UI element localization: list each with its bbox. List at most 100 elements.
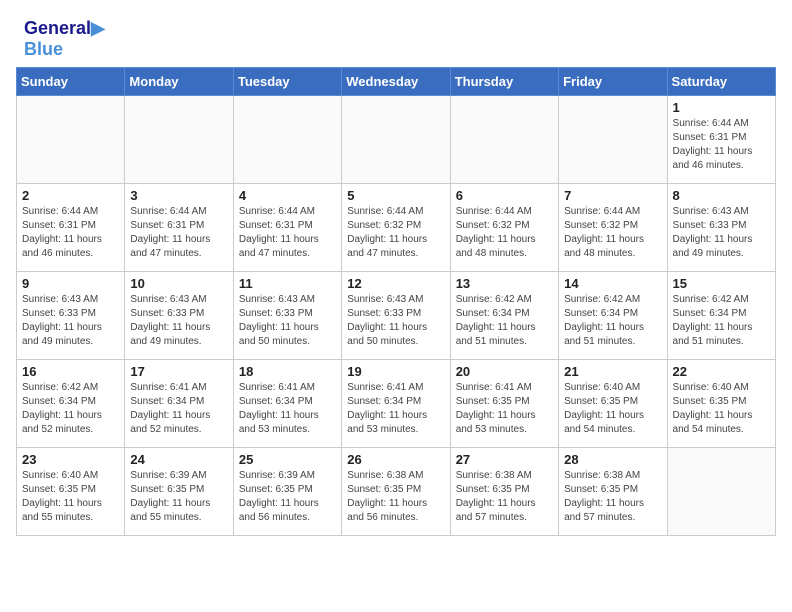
calendar-cell: 22 Sunrise: 6:40 AM Sunset: 6:35 PM Dayli… [667, 360, 775, 448]
day-number: 21 [564, 364, 661, 379]
calendar-cell: 11 Sunrise: 6:43 AM Sunset: 6:33 PM Dayli… [233, 272, 341, 360]
day-number: 4 [239, 188, 336, 203]
calendar-cell [342, 96, 450, 184]
day-info: Sunrise: 6:41 AM Sunset: 6:34 PM Dayligh… [130, 381, 227, 437]
day-number: 10 [130, 276, 227, 291]
calendar-cell: 10Sunrise: 6:43 AM Sunset: 6:33 PM Dayli… [125, 272, 233, 360]
calendar-cell [233, 96, 341, 184]
calendar-cell: 25 Sunrise: 6:39 AM Sunset: 6:35 PM Dayli… [233, 448, 341, 536]
day-info: Sunrise: 6:41 AM Sunset: 6:34 PM Dayligh… [239, 381, 336, 437]
day-info: Sunrise: 6:44 AM Sunset: 6:31 PM Dayligh… [22, 205, 119, 261]
day-info: Sunrise: 6:39 AM Sunset: 6:35 PM Dayligh… [239, 469, 336, 525]
day-info: Sunrise: 6:43 AM Sunset: 6:33 PM Dayligh… [22, 293, 119, 349]
calendar-cell [450, 96, 558, 184]
column-header-saturday: Saturday [667, 68, 775, 96]
calendar-cell: 12 Sunrise: 6:43 AM Sunset: 6:33 PM Dayli… [342, 272, 450, 360]
calendar-cell [125, 96, 233, 184]
day-number: 24 [130, 452, 227, 467]
day-info: Sunrise: 6:42 AM Sunset: 6:34 PM Dayligh… [564, 293, 661, 349]
calendar-cell: 23 Sunrise: 6:40 AM Sunset: 6:35 PM Dayli… [17, 448, 125, 536]
calendar-cell: 18 Sunrise: 6:41 AM Sunset: 6:34 PM Dayli… [233, 360, 341, 448]
day-number: 8 [673, 188, 770, 203]
day-info: Sunrise: 6:42 AM Sunset: 6:34 PM Dayligh… [673, 293, 770, 349]
day-info: Sunrise: 6:43 AM Sunset: 6:33 PM Dayligh… [347, 293, 444, 349]
day-number: 14 [564, 276, 661, 291]
day-info: Sunrise: 6:42 AM Sunset: 6:34 PM Dayligh… [456, 293, 553, 349]
logo-text: General▶ [24, 18, 105, 39]
calendar-cell: 16 Sunrise: 6:42 AM Sunset: 6:34 PM Dayli… [17, 360, 125, 448]
calendar-cell: 13Sunrise: 6:42 AM Sunset: 6:34 PM Dayli… [450, 272, 558, 360]
day-number: 18 [239, 364, 336, 379]
calendar-cell: 14 Sunrise: 6:42 AM Sunset: 6:34 PM Dayli… [559, 272, 667, 360]
calendar-cell [667, 448, 775, 536]
calendar-cell [559, 96, 667, 184]
day-number: 20 [456, 364, 553, 379]
calendar-cell: 5 Sunrise: 6:44 AM Sunset: 6:32 PM Daylig… [342, 184, 450, 272]
day-number: 12 [347, 276, 444, 291]
calendar-table: SundayMondayTuesdayWednesdayThursdayFrid… [16, 67, 776, 536]
day-info: Sunrise: 6:44 AM Sunset: 6:31 PM Dayligh… [239, 205, 336, 261]
day-number: 23 [22, 452, 119, 467]
calendar-cell: 27 Sunrise: 6:38 AM Sunset: 6:35 PM Dayli… [450, 448, 558, 536]
calendar-cell: 20 Sunrise: 6:41 AM Sunset: 6:35 PM Dayli… [450, 360, 558, 448]
day-info: Sunrise: 6:38 AM Sunset: 6:35 PM Dayligh… [347, 469, 444, 525]
day-number: 16 [22, 364, 119, 379]
day-info: Sunrise: 6:40 AM Sunset: 6:35 PM Dayligh… [564, 381, 661, 437]
day-info: Sunrise: 6:39 AM Sunset: 6:35 PM Dayligh… [130, 469, 227, 525]
day-info: Sunrise: 6:41 AM Sunset: 6:35 PM Dayligh… [456, 381, 553, 437]
day-number: 1 [673, 100, 770, 115]
day-info: Sunrise: 6:38 AM Sunset: 6:35 PM Dayligh… [456, 469, 553, 525]
day-info: Sunrise: 6:44 AM Sunset: 6:32 PM Dayligh… [347, 205, 444, 261]
calendar-cell: 19 Sunrise: 6:41 AM Sunset: 6:34 PM Dayli… [342, 360, 450, 448]
day-info: Sunrise: 6:40 AM Sunset: 6:35 PM Dayligh… [673, 381, 770, 437]
day-number: 15 [673, 276, 770, 291]
calendar-cell: 15 Sunrise: 6:42 AM Sunset: 6:34 PM Dayli… [667, 272, 775, 360]
day-number: 22 [673, 364, 770, 379]
logo: General▶ Blue [24, 18, 105, 59]
calendar-cell: 9 Sunrise: 6:43 AM Sunset: 6:33 PM Daylig… [17, 272, 125, 360]
day-number: 17 [130, 364, 227, 379]
calendar-cell: 3 Sunrise: 6:44 AM Sunset: 6:31 PM Daylig… [125, 184, 233, 272]
calendar-cell: 6 Sunrise: 6:44 AM Sunset: 6:32 PM Daylig… [450, 184, 558, 272]
day-number: 7 [564, 188, 661, 203]
column-header-tuesday: Tuesday [233, 68, 341, 96]
day-info: Sunrise: 6:44 AM Sunset: 6:32 PM Dayligh… [456, 205, 553, 261]
column-header-thursday: Thursday [450, 68, 558, 96]
calendar-cell: 17 Sunrise: 6:41 AM Sunset: 6:34 PM Dayli… [125, 360, 233, 448]
day-number: 26 [347, 452, 444, 467]
day-info: Sunrise: 6:44 AM Sunset: 6:31 PM Dayligh… [673, 117, 770, 173]
day-info: Sunrise: 6:38 AM Sunset: 6:35 PM Dayligh… [564, 469, 661, 525]
day-info: Sunrise: 6:44 AM Sunset: 6:32 PM Dayligh… [564, 205, 661, 261]
calendar-cell: 28 Sunrise: 6:38 AM Sunset: 6:35 PM Dayli… [559, 448, 667, 536]
calendar-cell: 1 Sunrise: 6:44 AM Sunset: 6:31 PM Daylig… [667, 96, 775, 184]
calendar-cell: 7 Sunrise: 6:44 AM Sunset: 6:32 PM Daylig… [559, 184, 667, 272]
calendar-cell: 2 Sunrise: 6:44 AM Sunset: 6:31 PM Daylig… [17, 184, 125, 272]
calendar-cell: 26 Sunrise: 6:38 AM Sunset: 6:35 PM Dayli… [342, 448, 450, 536]
day-number: 11 [239, 276, 336, 291]
day-info: Sunrise: 6:43 AM Sunset: 6:33 PM Dayligh… [239, 293, 336, 349]
day-number: 9 [22, 276, 119, 291]
day-number: 5 [347, 188, 444, 203]
day-number: 27 [456, 452, 553, 467]
day-number: 3 [130, 188, 227, 203]
day-number: 28 [564, 452, 661, 467]
day-info: Sunrise: 6:42 AM Sunset: 6:34 PM Dayligh… [22, 381, 119, 437]
day-info: Sunrise: 6:40 AM Sunset: 6:35 PM Dayligh… [22, 469, 119, 525]
column-header-friday: Friday [559, 68, 667, 96]
day-number: 19 [347, 364, 444, 379]
calendar-cell: 24 Sunrise: 6:39 AM Sunset: 6:35 PM Dayli… [125, 448, 233, 536]
column-header-wednesday: Wednesday [342, 68, 450, 96]
day-number: 25 [239, 452, 336, 467]
day-info: Sunrise: 6:43 AM Sunset: 6:33 PM Dayligh… [673, 205, 770, 261]
column-header-monday: Monday [125, 68, 233, 96]
day-info: Sunrise: 6:44 AM Sunset: 6:31 PM Dayligh… [130, 205, 227, 261]
column-header-sunday: Sunday [17, 68, 125, 96]
calendar-cell [17, 96, 125, 184]
day-number: 6 [456, 188, 553, 203]
calendar-cell: 4 Sunrise: 6:44 AM Sunset: 6:31 PM Daylig… [233, 184, 341, 272]
logo-blue: Blue [24, 39, 105, 60]
calendar-cell: 21 Sunrise: 6:40 AM Sunset: 6:35 PM Dayli… [559, 360, 667, 448]
day-number: 2 [22, 188, 119, 203]
page-header: General▶ Blue [0, 0, 792, 67]
day-info: Sunrise: 6:41 AM Sunset: 6:34 PM Dayligh… [347, 381, 444, 437]
